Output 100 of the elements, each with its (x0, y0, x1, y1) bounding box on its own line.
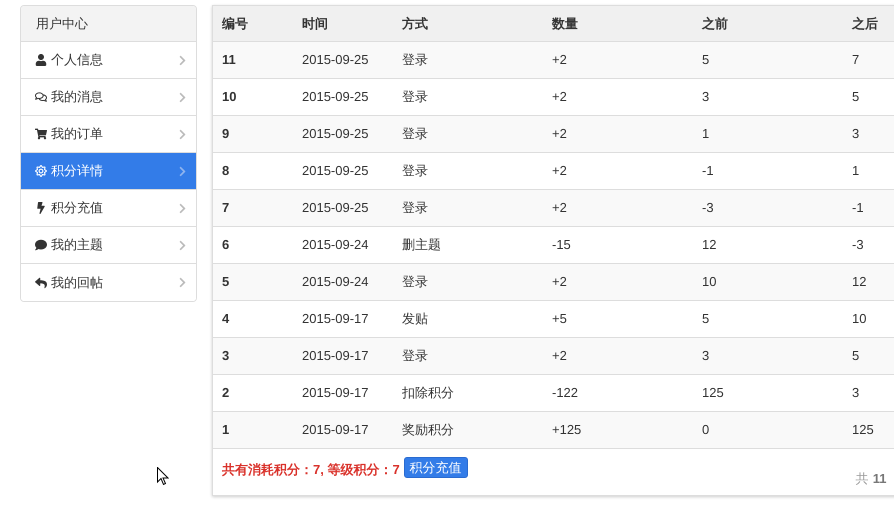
table-cell-text: -3 (702, 199, 715, 218)
table-cell-text: 8 (222, 162, 230, 180)
table-cell-text: 2015-09-25 (302, 162, 370, 180)
sidebar-item-label: 我的消息 (51, 88, 104, 106)
chevron-right-icon (177, 277, 188, 288)
chevron-right-icon (177, 240, 188, 250)
table-cell-text: 5 (702, 310, 710, 328)
table-cell-text: 登录 (402, 273, 429, 292)
table-cell-text: -1 (852, 199, 865, 218)
table-cell-text: 125 (852, 421, 875, 440)
table-cell-text: 发贴 (402, 310, 429, 328)
column-header: 数量 (552, 14, 579, 33)
column-header: 编号 (222, 14, 249, 33)
table-cell-text: +2 (552, 51, 568, 70)
column-header: 时间 (302, 14, 329, 33)
table-cell-text: 2015-09-25 (302, 199, 370, 218)
table-cell-text: 2015-09-17 (302, 347, 370, 366)
table-cell-text: 6 (222, 236, 230, 254)
table-cell-text: 1 (852, 162, 860, 180)
table-cell-text: 扣除积分 (402, 384, 455, 402)
chevron-right-icon (177, 128, 188, 140)
table-cell-text: 12 (702, 236, 718, 254)
table-cell-text: 3 (702, 347, 710, 366)
mouse-cursor-icon (157, 467, 169, 486)
sidebar-item-label: 我的回帖 (51, 274, 104, 292)
sidebar-item-label: 个人信息 (51, 51, 104, 70)
total-label: 共 (856, 470, 869, 488)
table-cell-text: 5 (852, 347, 860, 366)
user-icon (35, 54, 47, 66)
table-cell-text: 奖励积分 (402, 421, 455, 440)
chevron-right-icon (177, 202, 188, 214)
sun-icon (35, 165, 47, 177)
chevron-right-icon (177, 92, 188, 102)
table-cell-text: 登录 (402, 162, 429, 180)
total-count: 11 (872, 470, 886, 488)
table-cell-text: 1 (702, 125, 710, 144)
table-cell-text: 9 (222, 125, 230, 144)
table-cell-text: 2015-09-25 (302, 88, 370, 106)
table-cell-text: 5 (702, 51, 710, 70)
column-header: 方式 (402, 14, 429, 33)
table-cell-text: 7 (222, 199, 230, 218)
table-cell-text: 登录 (402, 51, 429, 70)
table-cell-text: 2015-09-25 (302, 125, 370, 144)
speech-bubble-icon (35, 239, 47, 251)
recharge-button[interactable]: 积分充值 (404, 457, 468, 478)
column-header: 之后 (852, 14, 879, 33)
chat-bubbles-icon (35, 91, 47, 103)
table-cell-text: 11 (222, 51, 237, 70)
sidebar-item-label: 我的主题 (51, 236, 104, 254)
table-cell-text: 2015-09-17 (302, 421, 370, 440)
sidebar-title: 用户中心 (21, 6, 196, 42)
table-cell-text: 2 (222, 384, 230, 402)
table-cell-text: 10 (702, 273, 718, 292)
table-cell-text: 3 (702, 88, 710, 106)
table-cell-text: 1 (222, 421, 230, 440)
table-cell-text: 2015-09-24 (302, 273, 370, 292)
table-cell-text: +2 (552, 125, 568, 144)
table-cell-text: +2 (552, 162, 568, 180)
table-cell-text: +2 (552, 199, 568, 218)
points-summary: 共有消耗积分：7, 等级积分：7 (222, 461, 400, 479)
table-cell-text: 2015-09-25 (302, 51, 370, 70)
table-cell-text: 2015-09-17 (302, 384, 370, 402)
table-cell-text: 登录 (402, 347, 429, 366)
table-cell-text: 2015-09-24 (302, 236, 370, 254)
table-cell-text: 10 (852, 310, 868, 328)
column-header: 之前 (702, 14, 729, 33)
table-cell-text: +2 (552, 88, 568, 106)
table-cell-text: 3 (852, 384, 860, 402)
table-cell-text: -15 (552, 236, 572, 254)
chevron-right-icon (177, 166, 188, 176)
table-cell-text: 5 (222, 273, 230, 292)
table-cell-text: 125 (702, 384, 725, 402)
table-cell-text: 0 (702, 421, 710, 440)
sidebar-item[interactable]: 积分详情 (21, 153, 196, 190)
table-cell-text: 7 (852, 51, 860, 70)
table-cell-text: 登录 (402, 199, 429, 218)
table-cell-text: 3 (852, 125, 860, 144)
table-cell-text: 3 (222, 347, 230, 366)
table-cell-text: -1 (702, 162, 715, 180)
table-cell-text: 12 (852, 273, 868, 292)
cart-icon (35, 128, 47, 140)
table-cell-text: 10 (222, 88, 238, 106)
table-cell-text: 登录 (402, 88, 429, 106)
bolt-icon (35, 202, 47, 214)
sidebar-item-label: 积分充值 (51, 199, 104, 218)
table-cell-text: -3 (852, 236, 865, 254)
sidebar-item-label: 我的订单 (51, 125, 104, 144)
table-cell-text: 5 (852, 88, 860, 106)
table-cell-text: +2 (552, 273, 568, 292)
table-cell-text: +125 (552, 421, 582, 440)
table-cell-text: +5 (552, 310, 568, 328)
table-cell-text: 删主题 (402, 236, 442, 254)
table-cell-text: 2015-09-17 (302, 310, 370, 328)
table-cell-text: +2 (552, 347, 568, 366)
reply-arrow-icon (35, 276, 47, 288)
table-cell-text: 登录 (402, 125, 429, 144)
table-cell-text: -122 (552, 384, 580, 402)
table-cell-text: 4 (222, 310, 230, 328)
sidebar-item-label: 积分详情 (51, 162, 104, 180)
chevron-right-icon (177, 54, 188, 66)
